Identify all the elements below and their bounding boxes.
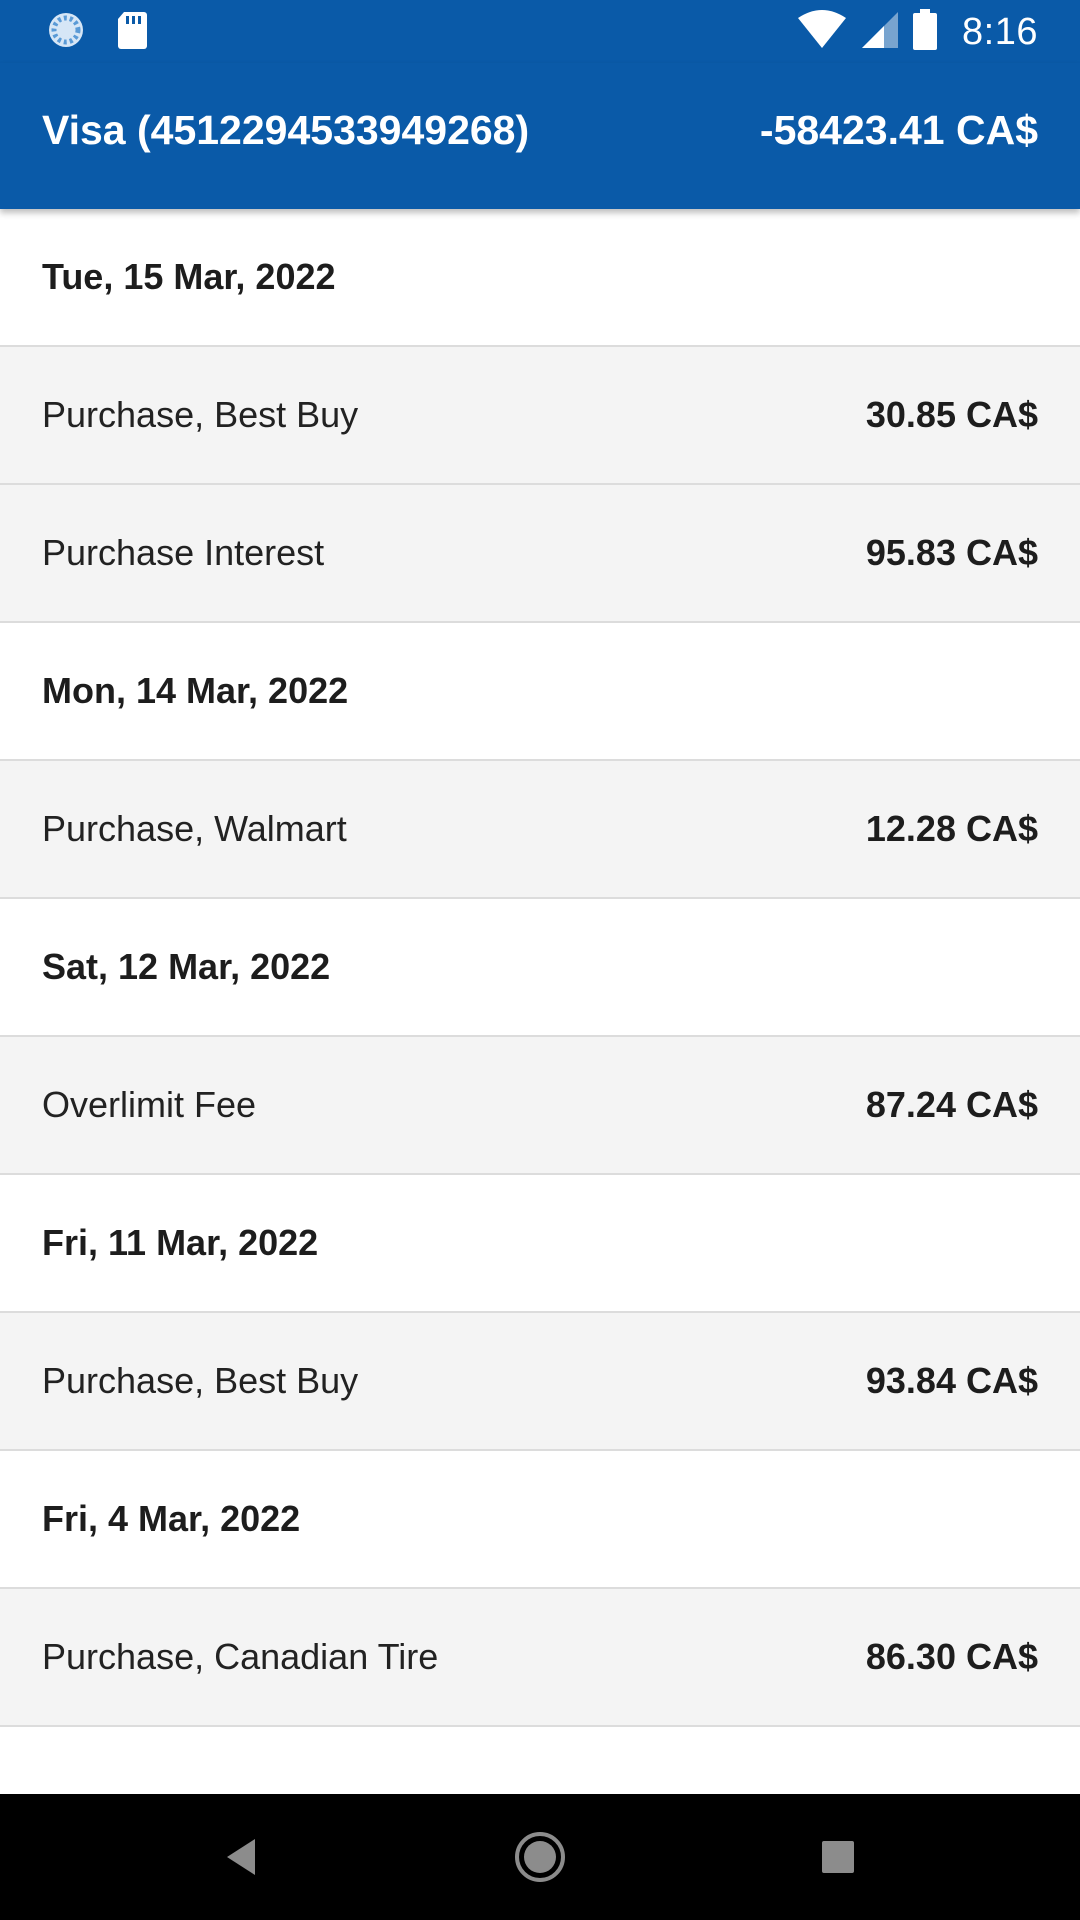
status-time: 8:16: [962, 10, 1038, 53]
app-bar: Visa (4512294533949268) -58423.41 CA$: [0, 63, 1080, 209]
transaction-amount: 93.84 CA$: [865, 1360, 1038, 1401]
transaction-description: Purchase Interest: [42, 532, 325, 573]
wifi-icon: [798, 9, 847, 55]
cell-signal-icon: [860, 10, 899, 55]
battery-icon: [912, 8, 938, 56]
transaction-row[interactable]: Overlimit Fee 87.24 CA$: [0, 1037, 1080, 1175]
date-header-label: Sat, 12 Mar, 2022: [42, 946, 331, 987]
loading-icon: [46, 10, 86, 55]
date-header: Mon, 14 Mar, 2022: [0, 623, 1080, 761]
back-icon[interactable]: [209, 1825, 273, 1889]
transaction-description: Purchase, Walmart: [42, 808, 347, 849]
account-title: Visa (4512294533949268): [42, 107, 530, 153]
transaction-amount: 30.85 CA$: [865, 394, 1038, 435]
account-balance: -58423.41 CA$: [759, 107, 1038, 153]
transaction-row[interactable]: Purchase, Canadian Tire 86.30 CA$: [0, 1589, 1080, 1727]
transaction-description: Purchase, Best Buy: [42, 394, 359, 435]
transaction-amount: 12.28 CA$: [865, 808, 1038, 849]
transaction-row[interactable]: Purchase, Best Buy 93.84 CA$: [0, 1313, 1080, 1451]
date-header: Tue, 15 Mar, 2022: [0, 209, 1080, 347]
date-header-label: Mon, 14 Mar, 2022: [42, 670, 349, 711]
transaction-description: Purchase, Best Buy: [42, 1360, 359, 1401]
status-left-icons: [46, 10, 148, 55]
date-header: Sat, 12 Mar, 2022: [0, 899, 1080, 1037]
transaction-amount: 87.24 CA$: [865, 1084, 1038, 1125]
navigation-bar: [0, 1794, 1080, 1920]
sd-card-icon: [116, 10, 148, 55]
transaction-description: Purchase, Canadian Tire: [42, 1636, 439, 1677]
status-bar: 8:16: [0, 0, 1080, 63]
date-header: Fri, 11 Mar, 2022: [0, 1175, 1080, 1313]
transaction-amount: 86.30 CA$: [865, 1636, 1038, 1677]
date-header-label: Fri, 4 Mar, 2022: [42, 1498, 301, 1539]
transaction-row[interactable]: Purchase, Best Buy 30.85 CA$: [0, 347, 1080, 485]
status-right-icons: 8:16: [798, 8, 1038, 56]
transaction-row[interactable]: Purchase Interest 95.83 CA$: [0, 485, 1080, 623]
date-header: Fri, 4 Mar, 2022: [0, 1451, 1080, 1589]
transaction-list[interactable]: Tue, 15 Mar, 2022 Purchase, Best Buy 30.…: [0, 209, 1080, 1727]
date-header-label: Tue, 15 Mar, 2022: [42, 256, 336, 297]
transaction-amount: 95.83 CA$: [865, 532, 1038, 573]
screen: 8:16 Visa (4512294533949268) -58423.41 C…: [0, 0, 1080, 1920]
date-header-label: Fri, 11 Mar, 2022: [42, 1222, 319, 1263]
home-icon[interactable]: [508, 1825, 572, 1889]
transaction-row[interactable]: Purchase, Walmart 12.28 CA$: [0, 761, 1080, 899]
transaction-description: Overlimit Fee: [42, 1084, 257, 1125]
recents-icon[interactable]: [806, 1825, 870, 1889]
